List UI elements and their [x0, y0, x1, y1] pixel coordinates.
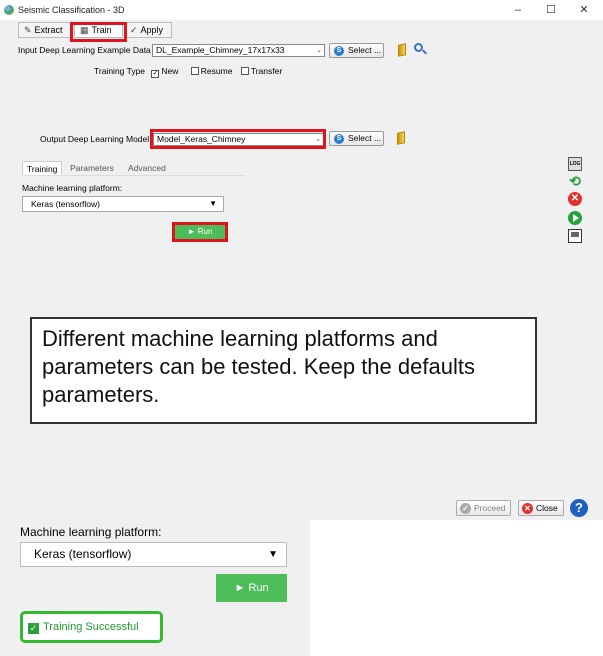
- close-button[interactable]: ✕ Close: [518, 500, 564, 516]
- check-icon: ✓: [151, 70, 160, 78]
- help-icon[interactable]: ?: [570, 499, 588, 517]
- zoom-platform-select[interactable]: Keras (tensorflow) ▼: [20, 542, 287, 567]
- run-button[interactable]: ► Run: [172, 222, 228, 242]
- close-icon: ✕: [522, 503, 533, 514]
- dropdown-arrow-icon: ▼: [268, 549, 278, 560]
- bottom-bar: ✓ Proceed ✕ Close ?: [0, 497, 603, 520]
- platform-label: Machine learning platform:: [22, 183, 123, 193]
- checkbox-new[interactable]: ✓ New: [151, 66, 178, 78]
- train-tab-highlight: [70, 22, 127, 42]
- annotation-callout: Different machine learning platforms and…: [30, 317, 537, 424]
- training-type-label: Training Type: [94, 66, 146, 76]
- output-model-label: Output Deep Learning Model: [40, 134, 150, 144]
- training-type-row: Training Type ✓ New Resume Transfer: [94, 66, 282, 78]
- refresh-icon[interactable]: ⟲: [568, 174, 582, 188]
- log-icon[interactable]: LOG: [568, 157, 582, 171]
- dropdown-arrow-icon: ▼: [209, 199, 217, 208]
- tab-apply[interactable]: ✓ Apply: [124, 22, 172, 38]
- zoom-inset: Machine learning platform: Keras (tensor…: [0, 520, 310, 656]
- magnifier-icon[interactable]: [413, 43, 427, 57]
- folder-icon[interactable]: [395, 43, 409, 57]
- title-bar: Seismic Classification - 3D – ☐ ✕: [0, 0, 603, 20]
- checkbox-transfer[interactable]: Transfer: [240, 66, 282, 76]
- maximize-button[interactable]: ☐: [536, 2, 566, 18]
- main-window: Seismic Classification - 3D – ☐ ✕ ✎ Extra…: [0, 0, 603, 520]
- select-icon: S: [334, 134, 344, 144]
- training-status: ✓ Training Successful: [28, 621, 139, 634]
- close-window-button[interactable]: ✕: [569, 2, 599, 18]
- input-data-label: Input Deep Learning Example Data: [18, 45, 151, 55]
- proceed-icon: ✓: [460, 503, 471, 514]
- tab-parameters[interactable]: Parameters: [66, 161, 118, 175]
- folder-icon[interactable]: [394, 131, 408, 145]
- zoom-run-button[interactable]: ► Run: [216, 574, 287, 602]
- play-icon[interactable]: [568, 211, 582, 225]
- tab-advanced[interactable]: Advanced: [124, 161, 170, 175]
- window-title: Seismic Classification - 3D: [18, 5, 125, 15]
- pencil-icon: ✎: [24, 25, 32, 35]
- checkbox-resume[interactable]: Resume: [190, 66, 232, 76]
- output-highlight: [150, 129, 326, 149]
- platform-select[interactable]: Keras (tensorflow) ▼: [22, 196, 224, 212]
- tab-training[interactable]: Training: [22, 161, 63, 175]
- chevron-down-icon: ⌄: [316, 47, 322, 54]
- select-icon: S: [334, 46, 344, 56]
- proceed-button[interactable]: ✓ Proceed: [456, 500, 511, 516]
- input-data-combo[interactable]: DL_Example_Chimney_17x17x33 ⌄: [152, 44, 325, 57]
- success-check-icon: ✓: [28, 623, 39, 634]
- apply-icon: ✓: [130, 25, 138, 35]
- output-select-button[interactable]: S Select ...: [329, 131, 384, 146]
- stop-icon[interactable]: ✕: [568, 192, 582, 206]
- minimize-button[interactable]: –: [503, 2, 533, 18]
- input-select-button[interactable]: S Select ...: [329, 43, 384, 58]
- zoom-platform-label: Machine learning platform:: [20, 525, 162, 539]
- app-icon: [4, 5, 14, 15]
- tab-extract[interactable]: ✎ Extract: [18, 22, 71, 38]
- save-icon[interactable]: [568, 229, 582, 243]
